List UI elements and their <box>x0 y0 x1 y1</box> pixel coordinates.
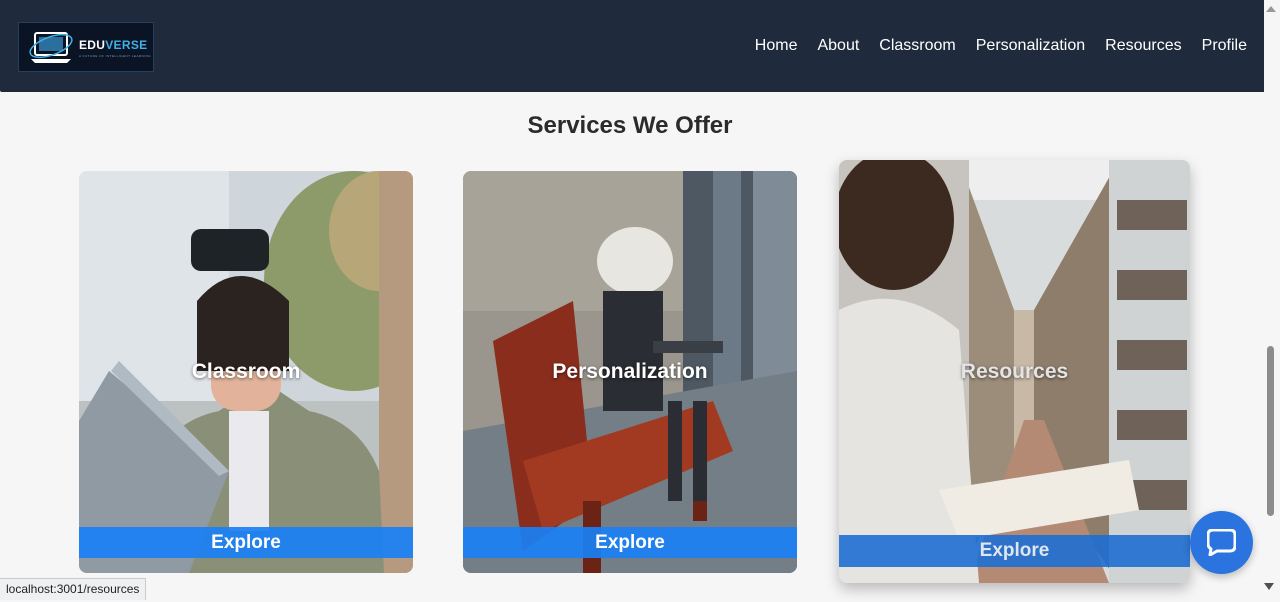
brand-logo[interactable]: EDUVERSE A FUTURE OF INTELLIGENT LEARNIN… <box>18 22 154 72</box>
brand-tagline: A FUTURE OF INTELLIGENT LEARNING <box>79 54 152 58</box>
nav-profile[interactable]: Profile <box>1202 37 1247 55</box>
navbar: EDUVERSE A FUTURE OF INTELLIGENT LEARNIN… <box>0 0 1276 92</box>
card-title: Classroom <box>191 360 301 383</box>
laptop-logo-icon <box>29 32 73 63</box>
section-title: Services We Offer <box>527 112 733 139</box>
explore-button[interactable]: Explore <box>79 527 413 558</box>
service-card-resources[interactable]: Resources Explore <box>839 160 1190 583</box>
card-title: Personalization <box>552 360 708 383</box>
nav-classroom[interactable]: Classroom <box>879 37 955 55</box>
explore-button[interactable]: Explore <box>839 535 1190 567</box>
page: EDUVERSE A FUTURE OF INTELLIGENT LEARNIN… <box>0 0 1280 602</box>
nav-about[interactable]: About <box>817 37 859 55</box>
brand-name: EDUVERSE <box>79 38 148 52</box>
nav-home[interactable]: Home <box>755 37 798 55</box>
scrollbar-thumb[interactable] <box>1267 346 1274 516</box>
browser-status-url: localhost:3001/resources <box>0 578 147 600</box>
card-title: Resources <box>960 359 1069 383</box>
explore-button[interactable]: Explore <box>463 527 797 558</box>
scroll-up-arrow-icon[interactable] <box>1266 6 1276 12</box>
main-nav: Home About Classroom Personalization Res… <box>755 37 1247 55</box>
nav-personalization[interactable]: Personalization <box>976 37 1085 55</box>
service-card-personalization[interactable]: Personalization Explore <box>463 171 797 573</box>
scroll-down-arrow-icon[interactable] <box>1264 583 1274 590</box>
chat-bubble-icon <box>1207 529 1236 556</box>
chat-button[interactable] <box>1190 511 1253 574</box>
nav-resources[interactable]: Resources <box>1105 37 1181 55</box>
service-card-classroom[interactable]: Classroom Explore <box>79 171 413 573</box>
